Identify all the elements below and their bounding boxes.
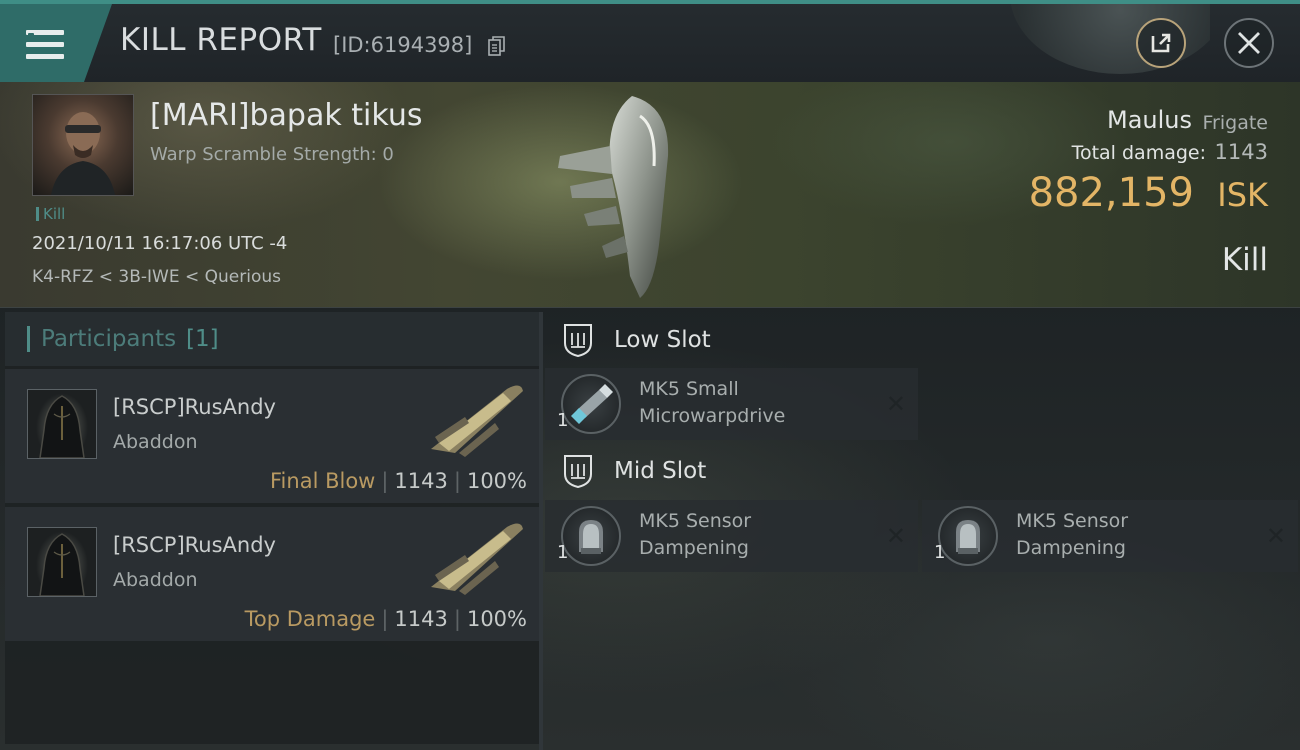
module-quantity: 1 [934, 542, 946, 563]
victim-portrait[interactable] [32, 94, 134, 196]
participant-portrait[interactable] [27, 527, 97, 597]
victim-ship-class: Frigate [1202, 112, 1268, 134]
hooded-pilot-icon [39, 533, 85, 597]
module-name[interactable]: MK5 Sensor Dampening [1016, 508, 1236, 562]
close-icon: ✕ [1265, 522, 1286, 550]
microwarpdrive-icon [561, 374, 621, 434]
participant-percent: 100% [466, 469, 527, 493]
victim-name[interactable]: [MARI]bapak tikus [150, 98, 422, 133]
participants-panel: Participants [1] [RSCP]RusAndy Abaddon F… [5, 312, 539, 744]
participant-stats: Final Blow | 1143 | 100% [270, 469, 527, 493]
victim-banner: [MARI]bapak tikus Warp Scramble Strength… [0, 82, 1300, 308]
header-bar: KILL REPORT [ID:6194398] [0, 0, 1300, 82]
participant-name[interactable]: [RSCP]RusAndy [113, 395, 276, 419]
module-quantity: 1 [557, 410, 569, 431]
participant-role: Final Blow [270, 469, 376, 493]
total-damage-value: 1143 [1214, 140, 1268, 164]
participants-header: Participants [1] [5, 312, 539, 366]
close-button[interactable] [1224, 18, 1274, 68]
page-title: KILL REPORT [120, 22, 322, 58]
participant-role: Top Damage [244, 607, 376, 631]
isk-label: ISK [1217, 176, 1268, 214]
low-slot-header: Low Slot [548, 313, 918, 369]
module-name[interactable]: MK5 Sensor Dampening [639, 508, 859, 562]
report-id: [ID:6194398] [333, 33, 473, 57]
participants-count: [1] [186, 326, 219, 352]
participant-ship[interactable]: Abaddon [113, 431, 198, 453]
kill-timestamp: 2021/10/11 16:17:06 UTC -4 [32, 233, 288, 254]
low-slot-title: Low Slot [614, 327, 711, 353]
mid-slot-header: Mid Slot [548, 444, 918, 500]
sensor-dampener-icon [561, 506, 621, 566]
kill-location[interactable]: K4-RFZ < 3B-IWE < Querious [32, 267, 281, 287]
module-name[interactable]: MK5 Small Microwarpdrive [639, 376, 859, 430]
copy-icon[interactable] [488, 36, 506, 56]
share-icon [1151, 33, 1171, 53]
menu-button[interactable] [0, 4, 112, 82]
close-icon: ✕ [885, 522, 906, 550]
kill-tag: Kill [36, 205, 65, 223]
participant-ship-image[interactable] [425, 515, 529, 595]
panel-divider [539, 312, 543, 750]
module-name-line2: Dampening [639, 537, 749, 559]
sensor-dampener-icon [938, 506, 998, 566]
share-button[interactable] [1136, 18, 1186, 68]
participants-title: Participants [41, 326, 177, 352]
victim-ship-name[interactable]: Maulus [1107, 106, 1192, 134]
module-card[interactable]: 1 MK5 Sensor Dampening ✕ [545, 500, 918, 572]
module-name-line1: MK5 Sensor [1016, 510, 1129, 532]
module-card[interactable]: 1 MK5 Sensor Dampening ✕ [922, 500, 1298, 572]
low-slot-icon [564, 324, 592, 357]
victim-ship-image[interactable] [540, 86, 720, 304]
participants-header-bar [27, 326, 30, 352]
participant-ship[interactable]: Abaddon [113, 569, 198, 591]
close-icon [1238, 32, 1260, 54]
participant-row[interactable]: [RSCP]RusAndy Abaddon Final Blow | 1143 | 10… [5, 369, 539, 503]
participant-portrait[interactable] [27, 389, 97, 459]
hamburger-menu-icon [26, 30, 64, 60]
participant-row[interactable]: [RSCP]RusAndy Abaddon Top Damage | 1143 | 10… [5, 507, 539, 641]
participant-damage: 1143 [394, 469, 448, 493]
warp-scramble-strength: Warp Scramble Strength: 0 [150, 144, 394, 165]
participant-ship-image[interactable] [425, 377, 529, 457]
isk-value: 882,159 [1028, 170, 1194, 216]
close-icon: ✕ [885, 390, 906, 418]
pilot-portrait-icon [51, 112, 115, 195]
participant-damage: 1143 [394, 607, 448, 631]
result-label: Kill [1221, 242, 1268, 278]
module-name-line1: MK5 Small [639, 378, 739, 400]
mid-slot-icon [564, 455, 592, 488]
module-name-line2: Microwarpdrive [639, 405, 786, 427]
module-quantity: 1 [557, 542, 569, 563]
participant-percent: 100% [466, 607, 527, 631]
mid-slot-title: Mid Slot [614, 458, 707, 484]
module-name-line2: Dampening [1016, 537, 1126, 559]
hooded-pilot-icon [39, 395, 85, 459]
participant-stats: Top Damage | 1143 | 100% [244, 607, 527, 631]
module-card[interactable]: 1 MK5 Small Microwarpdrive ✕ [545, 368, 918, 440]
participant-name[interactable]: [RSCP]RusAndy [113, 533, 276, 557]
total-damage-label: Total damage: [1071, 142, 1206, 164]
module-name-line1: MK5 Sensor [639, 510, 752, 532]
